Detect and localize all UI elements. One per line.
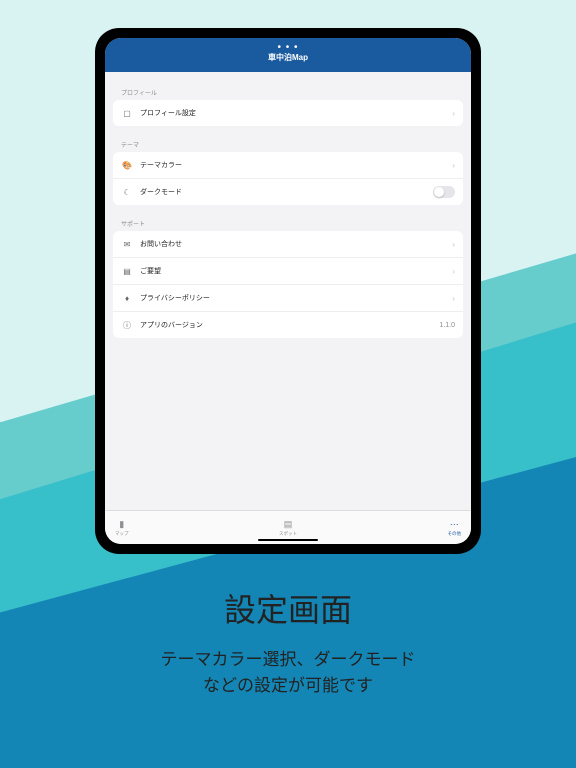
- request-row[interactable]: ▤ ご要望 ›: [113, 258, 463, 285]
- speech-icon: ▤: [121, 265, 133, 277]
- ellipsis-icon: ⋯: [450, 519, 459, 530]
- row-label: アプリのバージョン: [140, 320, 439, 330]
- navbar-title: 車中泊Map: [268, 52, 308, 63]
- profile-card: ▢ プロフィール設定 ›: [113, 100, 463, 126]
- section-header-theme: テーマ: [113, 134, 463, 152]
- row-label: テーマカラー: [140, 160, 452, 170]
- settings-content: プロフィール ▢ プロフィール設定 › テーマ 🎨 テーマカラー › ☾ ダーク…: [105, 72, 471, 510]
- section-header-support: サポート: [113, 213, 463, 231]
- chevron-right-icon: ›: [452, 161, 455, 170]
- palette-icon: 🎨: [121, 159, 133, 171]
- section-header-profile: プロフィール: [113, 82, 463, 100]
- tablet-frame: • • • 車中泊Map プロフィール ▢ プロフィール設定 › テーマ 🎨 テ…: [95, 28, 481, 554]
- chevron-right-icon: ›: [452, 267, 455, 276]
- chevron-right-icon: ›: [452, 294, 455, 303]
- row-label: ご要望: [140, 266, 452, 276]
- more-icon[interactable]: • • •: [277, 44, 298, 52]
- row-label: プロフィール設定: [140, 108, 452, 118]
- shield-icon: ♦: [121, 292, 133, 304]
- tab-label: スポット: [279, 531, 297, 537]
- promo-line2: などの設定が可能です: [0, 673, 576, 699]
- version-value: 1.1.0: [439, 322, 455, 329]
- row-label: ダークモード: [140, 187, 433, 197]
- version-row: ⓘ アプリのバージョン 1.1.0: [113, 312, 463, 338]
- tab-label: マップ: [115, 531, 129, 537]
- promo-text: 設定画面 テーマカラー選択、ダークモード などの設定が可能です: [0, 585, 576, 698]
- theme-card: 🎨 テーマカラー › ☾ ダークモード: [113, 152, 463, 205]
- row-label: プライバシーポリシー: [140, 293, 452, 303]
- dark-mode-toggle[interactable]: [433, 186, 455, 198]
- screen: • • • 車中泊Map プロフィール ▢ プロフィール設定 › テーマ 🎨 テ…: [105, 38, 471, 544]
- promo-title: 設定画面: [0, 585, 576, 631]
- info-icon: ⓘ: [121, 319, 133, 331]
- mail-icon: ✉: [121, 238, 133, 250]
- chevron-right-icon: ›: [452, 240, 455, 249]
- chevron-right-icon: ›: [452, 109, 455, 118]
- tab-other[interactable]: ⋯ その他: [448, 519, 462, 537]
- dark-mode-row[interactable]: ☾ ダークモード: [113, 179, 463, 205]
- profile-icon: ▢: [121, 107, 133, 119]
- home-indicator: [258, 539, 318, 542]
- tab-map[interactable]: ▮ マップ: [115, 519, 129, 537]
- privacy-row[interactable]: ♦ プライバシーポリシー ›: [113, 285, 463, 312]
- support-card: ✉ お問い合わせ › ▤ ご要望 › ♦ プライバシーポリシー › ⓘ アプリの…: [113, 231, 463, 338]
- tabbar: ▮ マップ ▤ スポット ⋯ その他: [105, 510, 471, 544]
- profile-settings-row[interactable]: ▢ プロフィール設定 ›: [113, 100, 463, 126]
- map-icon: ▮: [119, 519, 124, 530]
- row-label: お問い合わせ: [140, 239, 452, 249]
- tab-spot[interactable]: ▤ スポット: [279, 519, 297, 537]
- theme-color-row[interactable]: 🎨 テーマカラー ›: [113, 152, 463, 179]
- navbar: • • • 車中泊Map: [105, 38, 471, 72]
- tab-label: その他: [448, 531, 462, 537]
- list-icon: ▤: [284, 519, 293, 530]
- moon-icon: ☾: [121, 186, 133, 198]
- contact-row[interactable]: ✉ お問い合わせ ›: [113, 231, 463, 258]
- promo-line1: テーマカラー選択、ダークモード: [0, 647, 576, 673]
